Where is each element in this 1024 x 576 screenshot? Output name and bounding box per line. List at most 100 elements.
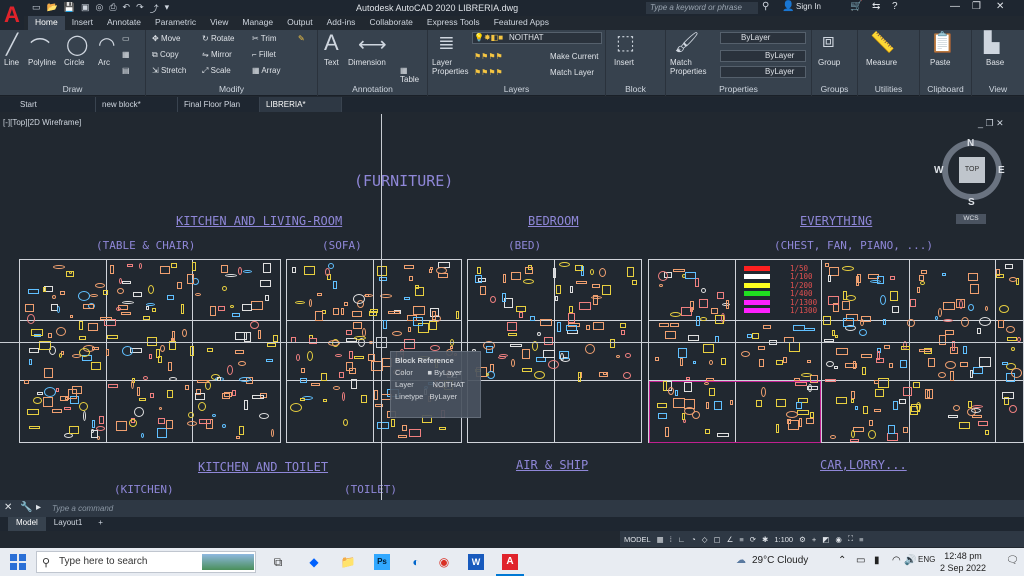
furniture-block[interactable] — [893, 401, 898, 411]
furniture-block[interactable] — [90, 430, 98, 439]
application-menu-button[interactable]: A — [0, 0, 24, 30]
furniture-block[interactable] — [918, 349, 931, 353]
furniture-block[interactable] — [890, 291, 899, 302]
furniture-block[interactable] — [998, 319, 1005, 328]
furniture-block[interactable] — [187, 274, 195, 285]
furniture-block[interactable] — [978, 316, 991, 326]
furniture-block[interactable] — [555, 284, 561, 294]
tab-manage[interactable]: Manage — [235, 16, 280, 30]
furniture-block[interactable] — [116, 420, 128, 431]
furniture-block[interactable] — [862, 366, 867, 375]
model-space-button[interactable]: MODEL — [624, 535, 651, 544]
furniture-block[interactable] — [132, 291, 142, 297]
furniture-block[interactable] — [99, 317, 112, 321]
add-icon[interactable]: + — [812, 535, 816, 544]
match-layer-button[interactable]: Match Layer — [550, 68, 594, 77]
furniture-block[interactable] — [107, 334, 118, 339]
redo-icon[interactable]: ↷ — [136, 2, 144, 14]
furniture-block[interactable] — [42, 286, 46, 292]
furniture-block[interactable] — [861, 353, 873, 358]
furniture-block[interactable] — [341, 391, 345, 401]
dropbox-icon[interactable]: ◆ — [306, 554, 322, 570]
furniture-block[interactable] — [794, 378, 801, 382]
furniture-block[interactable] — [680, 306, 692, 316]
furniture-block[interactable] — [804, 328, 816, 332]
furniture-block[interactable] — [584, 343, 595, 354]
table-button[interactable]: ▦ Table — [400, 66, 427, 84]
furniture-block[interactable] — [757, 346, 765, 351]
furniture-block[interactable] — [593, 322, 605, 331]
furniture-block[interactable] — [176, 282, 182, 290]
furniture-block[interactable] — [1008, 276, 1017, 282]
furniture-block[interactable] — [44, 367, 54, 378]
furniture-block[interactable] — [25, 303, 35, 312]
furniture-block[interactable] — [681, 413, 685, 421]
furniture-block[interactable] — [858, 328, 867, 336]
furniture-block[interactable] — [340, 307, 344, 315]
furniture-block[interactable] — [133, 407, 144, 418]
close-icon[interactable]: ✕ — [996, 1, 1004, 12]
doc-tab-final-floor-plan[interactable]: Final Floor Plan — [178, 97, 260, 112]
customize-cmd-icon[interactable]: 🔧 — [20, 502, 32, 513]
furniture-block[interactable] — [530, 315, 536, 321]
furniture-block[interactable] — [708, 360, 713, 366]
notification-icon[interactable]: 🗨 — [1006, 555, 1019, 566]
tab-add-ins[interactable]: Add-ins — [320, 16, 363, 30]
furniture-block[interactable] — [716, 433, 729, 438]
furniture-block[interactable] — [263, 263, 272, 274]
furniture-block[interactable] — [985, 430, 990, 436]
furniture-block[interactable] — [984, 306, 988, 312]
sign-in-button[interactable]: Sign In — [796, 2, 821, 11]
furniture-block[interactable] — [152, 307, 157, 312]
furniture-block[interactable] — [456, 310, 460, 319]
furniture-block[interactable] — [1010, 346, 1015, 351]
word-icon[interactable]: W — [468, 554, 484, 570]
furniture-block[interactable] — [122, 281, 132, 285]
furniture-block[interactable] — [78, 336, 86, 341]
furniture-block[interactable] — [967, 400, 972, 408]
furniture-block[interactable] — [565, 324, 577, 331]
furniture-block[interactable] — [972, 415, 983, 419]
otrack-icon[interactable]: ∠ — [727, 535, 734, 544]
furniture-block[interactable] — [950, 371, 955, 382]
furniture-block[interactable] — [686, 376, 691, 380]
furniture-block[interactable] — [129, 418, 138, 427]
furniture-block[interactable] — [311, 383, 321, 387]
furniture-block[interactable] — [58, 352, 62, 358]
chrome-icon[interactable]: ◉ — [436, 554, 452, 570]
furniture-block[interactable] — [314, 311, 323, 322]
furniture-block[interactable] — [186, 420, 197, 426]
weather-icon[interactable]: ☁ — [736, 555, 746, 566]
furniture-block[interactable] — [700, 288, 706, 293]
windows-start-icon[interactable] — [10, 554, 26, 570]
furniture-block[interactable] — [501, 293, 506, 303]
furniture-block[interactable] — [190, 345, 195, 356]
furniture-block[interactable] — [679, 357, 683, 366]
system-clock[interactable]: 12:48 pm 2 Sep 2022 — [940, 550, 986, 574]
furniture-block[interactable] — [683, 399, 695, 410]
furniture-block[interactable] — [387, 311, 400, 315]
furniture-block[interactable] — [230, 304, 235, 308]
furniture-block[interactable] — [354, 355, 365, 359]
furniture-block[interactable] — [536, 331, 541, 336]
furniture-block[interactable] — [714, 401, 723, 411]
furniture-block[interactable] — [688, 335, 700, 342]
furniture-block[interactable] — [59, 291, 65, 296]
add-layout-button[interactable]: + — [90, 517, 111, 531]
furniture-block[interactable] — [884, 345, 890, 350]
furniture-block[interactable] — [909, 298, 916, 307]
furniture-block[interactable] — [589, 268, 594, 275]
furniture-block[interactable] — [927, 358, 935, 368]
furniture-block[interactable] — [539, 318, 552, 326]
cart-icon[interactable]: 🛒 — [850, 1, 862, 12]
furniture-block[interactable] — [627, 266, 634, 277]
furniture-block[interactable] — [917, 287, 921, 294]
tab-express-tools[interactable]: Express Tools — [420, 16, 487, 30]
furniture-block[interactable] — [918, 274, 924, 281]
furniture-block[interactable] — [851, 390, 856, 399]
furniture-block[interactable] — [695, 277, 700, 287]
furniture-block[interactable] — [976, 328, 981, 335]
furniture-block[interactable] — [404, 264, 415, 269]
furniture-block[interactable] — [850, 438, 859, 442]
furniture-block[interactable] — [796, 410, 809, 416]
